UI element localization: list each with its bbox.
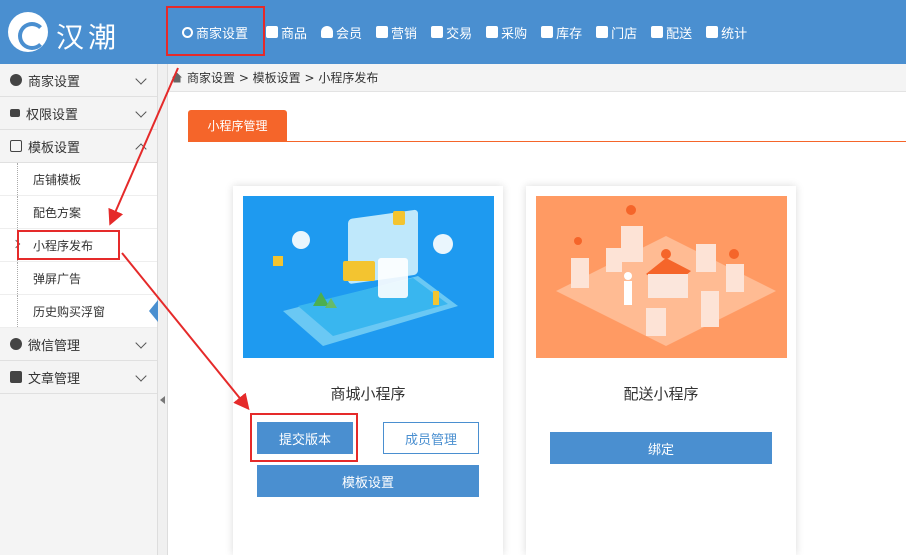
nav-item-delivery[interactable]: 配送 (651, 0, 692, 64)
nav-item-members[interactable]: 会员 (321, 0, 362, 64)
sidebar: 商家设置 权限设置 模板设置 店铺模板 配色方案 小程序发布 弹屏广告 历史购买… (0, 64, 158, 555)
breadcrumb-text: 商家设置 > 模板设置 > 小程序发布 (187, 71, 379, 85)
nav-item-products[interactable]: 商品 (266, 0, 307, 64)
sidebar-item-color-scheme[interactable]: 配色方案 (0, 196, 157, 229)
sidebar-group-merchant-settings[interactable]: 商家设置 (0, 64, 157, 97)
member-management-button[interactable]: 成员管理 (383, 422, 479, 454)
highlight-box-sidebar (17, 230, 120, 260)
wechat-icon (10, 338, 22, 350)
home-icon (172, 72, 182, 83)
delivery-miniprogram-title: 配送小程序 (623, 385, 699, 403)
nav-item-inventory[interactable]: 库存 (541, 0, 582, 64)
home-icon (596, 26, 609, 38)
sidebar-group-permissions[interactable]: 权限设置 (0, 97, 157, 130)
chevron-down-icon (135, 73, 147, 85)
top-navbar: 汉潮 商家设置 商品 会员 营销 交易 采购 库存 门店 配送 统计 (0, 0, 906, 64)
chevron-up-icon (135, 143, 147, 155)
delivery-miniprogram-illustration (536, 196, 787, 358)
nav-item-purchase[interactable]: 采购 (486, 0, 527, 64)
logo[interactable]: 汉潮 (8, 10, 158, 54)
active-indicator (149, 300, 158, 322)
sidebar-item-purchase-history-float[interactable]: 历史购买浮窗 (0, 295, 157, 328)
document-icon (431, 26, 444, 38)
highlight-box-nav (166, 6, 265, 56)
bar-chart-icon (706, 26, 719, 38)
article-icon (10, 371, 22, 383)
chevron-down-icon (135, 370, 147, 382)
sidebar-group-articles[interactable]: 文章管理 (0, 361, 157, 394)
megaphone-icon (376, 26, 389, 38)
logo-text: 汉潮 (56, 21, 121, 54)
sidebar-group-templates[interactable]: 模板设置 (0, 130, 157, 163)
highlight-box-submit (250, 413, 358, 462)
nav-item-statistics[interactable]: 统计 (706, 0, 747, 64)
truck-icon (651, 26, 664, 38)
sidebar-item-popup-ads[interactable]: 弹屏广告 (0, 262, 157, 295)
gear-icon (10, 74, 22, 86)
user-icon (321, 26, 334, 38)
box-icon (541, 26, 554, 38)
mall-miniprogram-illustration (243, 196, 494, 358)
breadcrumb: 商家设置 > 模板设置 > 小程序发布 (168, 64, 906, 92)
cart-icon (486, 26, 499, 38)
database-icon (266, 26, 279, 38)
nav-item-stores[interactable]: 门店 (596, 0, 637, 64)
chevron-down-icon (135, 106, 147, 118)
tab-divider (188, 141, 906, 142)
sidebar-collapse-handle[interactable] (158, 64, 168, 555)
sidebar-group-wechat[interactable]: 微信管理 (0, 328, 157, 361)
nav-item-trade[interactable]: 交易 (431, 0, 472, 64)
delivery-miniprogram-card: 配送小程序 绑定 (526, 186, 796, 555)
template-settings-button[interactable]: 模板设置 (257, 465, 479, 497)
mall-miniprogram-title: 商城小程序 (330, 385, 406, 403)
chevron-down-icon (135, 337, 147, 349)
template-icon (10, 140, 22, 152)
bind-button[interactable]: 绑定 (550, 432, 772, 464)
key-icon (10, 109, 20, 117)
logo-icon (8, 12, 48, 52)
mall-miniprogram-card: 商城小程序 提交版本 成员管理 模板设置 (233, 186, 503, 555)
nav-item-marketing[interactable]: 营销 (376, 0, 417, 64)
tab-miniprogram-management[interactable]: 小程序管理 (188, 110, 287, 141)
sidebar-item-store-template[interactable]: 店铺模板 (0, 163, 157, 196)
